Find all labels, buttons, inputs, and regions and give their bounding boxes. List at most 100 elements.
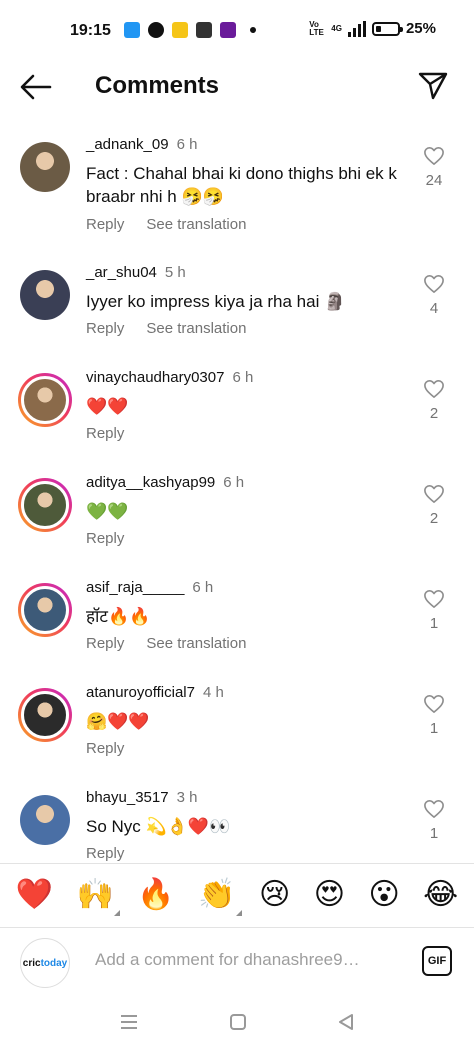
menu-nav-button[interactable]	[119, 1013, 139, 1036]
comment-input[interactable]	[95, 950, 385, 970]
page-title: Comments	[95, 72, 220, 99]
game-app-icon	[196, 22, 212, 38]
comment-actions: Reply See translation	[86, 216, 246, 233]
more-notifications-dot	[250, 27, 256, 33]
heart-icon[interactable]	[423, 484, 445, 504]
like-count: 2	[429, 405, 439, 422]
comment-time: 3 h	[176, 789, 198, 806]
gif-button[interactable]: GIF	[422, 946, 452, 976]
comment-actions: Reply	[86, 425, 124, 442]
red-heart-emoji[interactable]: ❤️	[16, 880, 53, 910]
comment-text: So Nyc 💫👌❤️👀	[86, 817, 231, 836]
comment-header: asif_raja_____ 6 h	[86, 579, 213, 596]
header: Comments	[0, 62, 474, 112]
comment-time: 6 h	[192, 579, 214, 596]
surprised-face-emoji[interactable]: 😮	[368, 880, 399, 910]
comment-time: 6 h	[223, 474, 245, 491]
system-nav-bar	[0, 996, 474, 1053]
comments-list[interactable]: _adnank_09 6 h Fact : Chahal bhai ki dono…	[0, 120, 474, 862]
comment-username[interactable]: asif_raja_____	[86, 579, 184, 596]
see-translation-button[interactable]: See translation	[146, 320, 246, 337]
avatar[interactable]	[18, 583, 72, 637]
comment-actions: Reply	[86, 845, 124, 862]
reply-button[interactable]: Reply	[86, 425, 124, 442]
battery-icon	[371, 21, 403, 36]
status-right: Vo LTE 4G 25%	[309, 20, 436, 37]
comment-row: _ar_shu04 5 h Iyyer ko impress kiya ja rh…	[0, 248, 474, 353]
avatar-image	[20, 795, 70, 845]
share-button[interactable]	[416, 68, 452, 104]
avatar-text-accent: today	[40, 957, 68, 969]
like-count: 1	[429, 720, 439, 737]
facebook-icon	[148, 22, 164, 38]
menu-icon	[121, 1015, 137, 1029]
like-area: 1	[420, 694, 448, 737]
arrow-left-icon	[20, 74, 52, 100]
clapping-hands-emoji[interactable]: 👏	[198, 880, 242, 916]
like-count: 1	[429, 825, 439, 842]
comment-row: asif_raja_____ 6 h हॉट🔥🔥 Reply See transl…	[0, 563, 474, 668]
comment-time: 6 h	[232, 369, 254, 386]
comment-actions: Reply See translation	[86, 320, 246, 337]
reply-button[interactable]: Reply	[86, 216, 124, 233]
heart-icon[interactable]	[423, 589, 445, 609]
comment-row: bhayu_3517 3 h So Nyc 💫👌❤️👀 Reply 1	[0, 773, 474, 862]
comment-username[interactable]: atanuroyofficial7	[86, 684, 195, 701]
avatar-image	[21, 481, 69, 529]
heart-eyes-emoji[interactable]: 😍	[314, 880, 345, 910]
comment-row: atanuroyofficial7 4 h 🤗❤️❤️ Reply 1	[0, 668, 474, 773]
home-nav-button[interactable]	[229, 1013, 247, 1036]
heart-icon[interactable]	[423, 379, 445, 399]
comment-text: 🤗❤️❤️	[86, 712, 150, 731]
like-area: 24	[420, 146, 448, 189]
like-count: 4	[429, 300, 439, 317]
comment-text: ❤️❤️	[86, 397, 129, 416]
variant-indicator-icon	[113, 910, 120, 916]
comment-username[interactable]: bhayu_3517	[86, 789, 169, 806]
comment-username[interactable]: vinaychaudhary0307	[86, 369, 224, 386]
reply-button[interactable]: Reply	[86, 845, 124, 862]
back-nav-button[interactable]	[337, 1013, 355, 1036]
like-count: 24	[425, 172, 443, 189]
square-icon	[230, 1014, 246, 1030]
tears-of-joy-emoji[interactable]: 😂	[423, 880, 458, 910]
heart-icon[interactable]	[423, 799, 445, 819]
comment-time: 4 h	[202, 684, 224, 701]
comment-text: Iyyer ko impress kiya ja rha hai 🗿	[86, 292, 346, 311]
comment-text: 💚💚	[86, 502, 129, 521]
like-area: 4	[420, 274, 448, 317]
comment-actions: Reply	[86, 530, 124, 547]
heart-icon[interactable]	[423, 274, 445, 294]
comment-username[interactable]: _ar_shu04	[86, 264, 157, 281]
heart-icon[interactable]	[423, 146, 445, 166]
signal-icon	[347, 20, 366, 37]
heart-icon[interactable]	[423, 694, 445, 714]
reply-button[interactable]: Reply	[86, 320, 124, 337]
avatar[interactable]	[18, 268, 72, 322]
status-bar: 19:15 Vo LTE 4G 25%	[0, 0, 474, 62]
back-button[interactable]	[18, 72, 58, 102]
crying-face-emoji[interactable]: 😢	[259, 880, 290, 910]
comment-time: 5 h	[164, 264, 186, 281]
avatar[interactable]	[18, 793, 72, 847]
avatar[interactable]	[18, 478, 72, 532]
reply-button[interactable]: Reply	[86, 635, 124, 652]
raising-hands-emoji[interactable]: 🙌	[77, 880, 120, 916]
fire-emoji[interactable]: 🔥	[137, 880, 174, 910]
notification-icons	[124, 22, 256, 38]
see-translation-button[interactable]: See translation	[146, 635, 246, 652]
avatar[interactable]	[18, 688, 72, 742]
reply-button[interactable]: Reply	[86, 740, 124, 757]
triangle-back-icon	[339, 1014, 353, 1030]
avatar[interactable]	[18, 140, 72, 194]
comment-username[interactable]: _adnank_09	[86, 136, 169, 153]
comment-actions: Reply See translation	[86, 635, 246, 652]
comment-text: हॉट🔥🔥	[86, 607, 151, 626]
comment-time: 6 h	[176, 136, 198, 153]
avatar[interactable]	[18, 373, 72, 427]
avatar-image	[20, 142, 70, 192]
avatar-image	[20, 270, 70, 320]
reply-button[interactable]: Reply	[86, 530, 124, 547]
see-translation-button[interactable]: See translation	[146, 216, 246, 233]
comment-username[interactable]: aditya__kashyap99	[86, 474, 215, 491]
